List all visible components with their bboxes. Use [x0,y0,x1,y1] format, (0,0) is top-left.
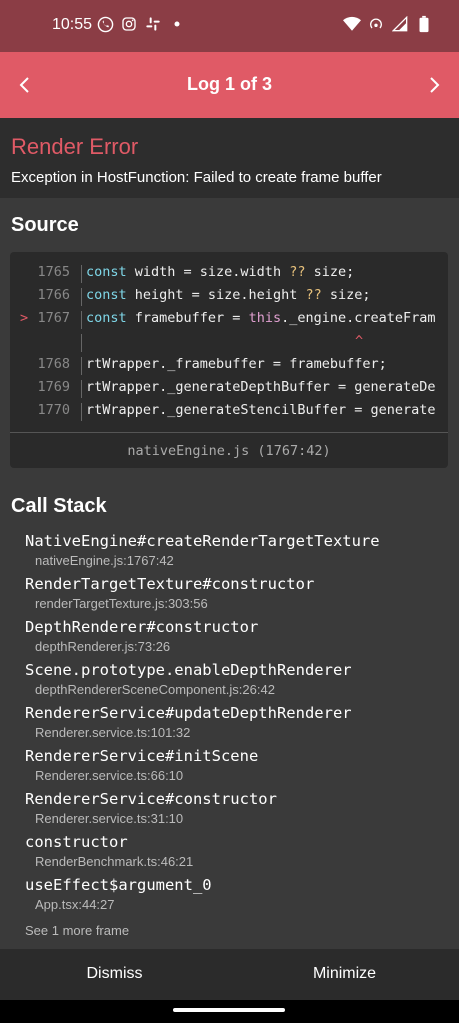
error-caret: ^ [355,333,364,349]
stack-frame[interactable]: useEffect$argument_0 App.tsx:44:27 [25,876,212,912]
stack-frame-function: RendererService#initScene [25,747,259,765]
stack-frame-location: App.tsx:44:27 [35,897,115,912]
stack-frame-function: DepthRenderer#constructor [25,618,259,636]
stack-frame[interactable]: RendererService#initScene Renderer.servic… [25,747,258,783]
code-text: rtWrapper._generateDepthBuffer = generat… [86,379,436,395]
gutter-divider [81,311,82,329]
dismiss-button[interactable]: Dismiss [0,965,229,983]
wifi-icon [343,15,361,33]
code-token: const [86,264,127,280]
stack-frame[interactable]: RenderTargetTexture#constructor renderTar… [25,575,314,611]
notification-dot-icon [168,15,186,33]
status-time: 10:55 [52,16,93,33]
code-token: const [86,287,127,303]
gutter-divider [81,403,82,421]
line-number: 1767 [37,310,70,326]
phone-icon [96,15,114,33]
code-text: rtWrapper._framebuffer = framebuffer; [86,356,387,372]
stack-frame-location: depthRenderer.js:73:26 [35,639,171,654]
code-token: rtWrapper._generateStencilBuffer = gener… [86,402,436,418]
line-number: 1766 [37,287,70,303]
hotspot-icon [367,15,385,33]
source-file-reference: nativeEngine.js (1767:42) [127,443,331,459]
source-code-frame[interactable]: 1765 const width = size.width ?? size; 176… [10,252,448,468]
camera-icon [120,15,138,33]
code-divider [10,432,448,433]
stack-frame-function: useEffect$argument_0 [25,876,212,894]
code-text: rtWrapper._generateStencilBuffer = gener… [86,402,436,418]
code-line: 1766 const height = size.height ?? size; [10,287,448,307]
code-token: rtWrapper._generateDepthBuffer = generat… [86,379,436,395]
stack-frame-location: Renderer.service.ts:101:32 [35,725,191,740]
code-token: height = size.height [126,287,306,303]
stack-frame-function: RenderTargetTexture#constructor [25,575,315,593]
error-summary: Render Error Exception in HostFunction: … [0,118,459,198]
signal-icon [391,15,409,33]
line-number: 1768 [37,356,70,372]
minimize-button[interactable]: Minimize [230,965,459,983]
stack-frame-location: Renderer.service.ts:66:10 [35,768,184,783]
code-line: 1770 rtWrapper._generateStencilBuffer = g… [10,402,448,422]
code-line: 1767 > const framebuffer = this._engine.cr… [10,310,448,330]
next-log-button[interactable] [419,70,449,100]
system-nav-bar [0,1000,459,1023]
status-bar: 10:55 [0,0,459,52]
home-gesture-pill[interactable] [173,1008,285,1012]
stack-frame-location: renderTargetTexture.js:303:56 [35,596,208,611]
stack-frame-function: Scene.prototype.enableDepthRenderer [25,661,352,679]
code-line: 1765 const width = size.width ?? size; [10,264,448,284]
code-text: const height = size.height ?? size; [86,287,371,303]
code-line: 1769 rtWrapper._generateDepthBuffer = gen… [10,379,448,399]
error-title: Render Error [11,134,139,159]
line-number: 1769 [37,379,70,395]
bottom-action-bar: Dismiss Minimize [0,949,459,1000]
battery-icon [415,15,433,33]
stack-frame-location: nativeEngine.js:1767:42 [35,553,174,568]
stack-frame-function: NativeEngine#createRenderTargetTexture [25,532,380,550]
code-token: const [86,310,127,326]
code-token: framebuffer = [126,310,249,326]
gutter-divider [81,265,82,283]
gutter-divider [81,380,82,398]
code-token: size; [305,264,355,280]
stack-frame-location: depthRendererSceneComponent.js:26:42 [35,682,275,697]
gutter-divider [81,357,82,375]
stack-frame[interactable]: Scene.prototype.enableDepthRenderer depth… [25,661,352,697]
code-text: const width = size.width ?? size; [86,264,354,280]
stack-frame[interactable]: constructor RenderBenchmark.ts:46:21 [25,833,193,869]
stack-frame-function: RendererService#updateDepthRenderer [25,704,352,722]
stack-frame[interactable]: RendererService#updateDepthRenderer Rende… [25,704,352,740]
log-header: Log 1 of 3 [0,52,459,118]
error-line-marker: > [20,310,29,326]
code-token: ._engine.createFram [281,310,436,326]
stack-frame-function: constructor [25,833,128,851]
code-token: width = size.width [126,264,290,280]
stack-frame-location: RenderBenchmark.ts:46:21 [35,854,194,869]
code-token: rtWrapper._framebuffer = framebuffer; [86,356,387,372]
call-stack-heading: Call Stack [11,495,107,517]
error-caret-row: ^ [10,333,448,353]
code-token: ?? [289,264,306,280]
line-number: 1765 [37,264,70,280]
log-title: Log 1 of 3 [187,74,272,94]
error-message: Exception in HostFunction: Failed to cre… [11,169,382,186]
stack-frame-function: RendererService#constructor [25,790,277,808]
stack-frame-location: Renderer.service.ts:31:10 [35,811,184,826]
gutter-divider [81,288,82,306]
stack-frame[interactable]: RendererService#constructor Renderer.serv… [25,790,277,826]
see-more-frames-link[interactable]: See 1 more frame [25,923,129,938]
hashtag-app-icon [144,15,162,33]
chevron-right-icon [430,77,440,93]
line-number: 1770 [37,402,70,418]
source-heading: Source [11,214,79,236]
code-text: const framebuffer = this._engine.createF… [86,310,436,326]
code-token: this [248,310,282,326]
stack-frame[interactable]: DepthRenderer#constructor depthRenderer.j… [25,618,258,654]
code-token: ?? [305,287,322,303]
code-token: size; [321,287,371,303]
code-line: 1768 rtWrapper._framebuffer = framebuffer… [10,356,448,376]
stack-frame[interactable]: NativeEngine#createRenderTargetTexture na… [25,532,380,568]
